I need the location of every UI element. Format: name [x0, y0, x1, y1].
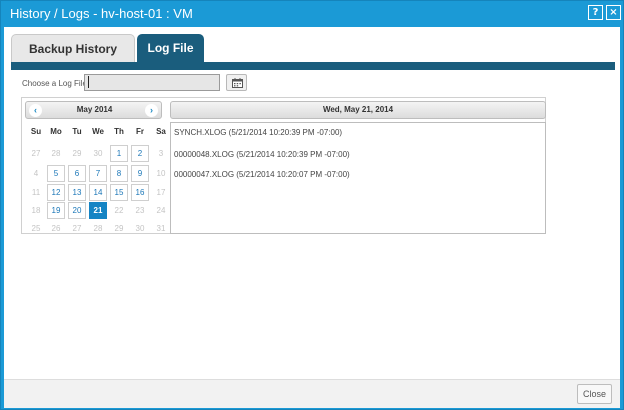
- close-button[interactable]: Close: [577, 384, 612, 404]
- calendar-day: 27: [72, 224, 82, 233]
- calendar-day[interactable]: 20: [68, 202, 86, 219]
- dialog-content: Backup History Log File Choose a Log Fil…: [4, 27, 620, 379]
- calendar-day: 25: [31, 224, 41, 233]
- weekday-label: Su: [30, 127, 42, 136]
- weekday-label: We: [92, 127, 104, 136]
- calendar-day[interactable]: 16: [131, 184, 149, 201]
- weekday-label: Th: [114, 127, 124, 136]
- help-button[interactable]: ?: [588, 5, 603, 20]
- calendar-day[interactable]: 12: [47, 184, 65, 201]
- calendar-day: 22: [114, 206, 124, 215]
- calendar-day: 27: [31, 149, 41, 158]
- calendar-day[interactable]: 8: [110, 165, 128, 182]
- calendar-icon: [232, 78, 243, 88]
- weekday-label: Mo: [50, 127, 62, 136]
- calendar-day: 28: [51, 149, 61, 158]
- dialog-footer: Close: [4, 379, 620, 408]
- calendar-day: 17: [156, 188, 166, 197]
- calendar-day: 23: [135, 206, 145, 215]
- calendar-day[interactable]: 9: [131, 165, 149, 182]
- calendar-day[interactable]: 13: [68, 184, 86, 201]
- calendar-day[interactable]: 5: [47, 165, 65, 182]
- calendar-day: 29: [72, 149, 82, 158]
- calendar-day: 31: [156, 224, 166, 233]
- calendar-day: 11: [31, 188, 41, 197]
- calendar-day: 26: [51, 224, 61, 233]
- calendar-day: 29: [114, 224, 124, 233]
- text-cursor: [88, 76, 89, 88]
- calendar-day: 4: [33, 169, 39, 178]
- selected-date-header: Wed, May 21, 2014: [170, 101, 546, 119]
- calendar-header: ‹ May 2014 ›: [25, 101, 162, 119]
- log-file-input[interactable]: [84, 74, 220, 91]
- window-title: History / Logs - hv-host-01 : VM: [10, 6, 193, 21]
- weekday-label: Tu: [72, 127, 82, 136]
- close-icon[interactable]: ×: [606, 5, 621, 20]
- calendar-day: 3: [158, 149, 164, 158]
- history-logs-dialog: History / Logs - hv-host-01 : VM ? × Bac…: [0, 0, 624, 410]
- tab-underline: [11, 62, 615, 70]
- calendar-day: 30: [135, 224, 145, 233]
- calendar-day[interactable]: 14: [89, 184, 107, 201]
- calendar-day[interactable]: 6: [68, 165, 86, 182]
- calendar-day[interactable]: 15: [110, 184, 128, 201]
- calendar-day[interactable]: 19: [47, 202, 65, 219]
- prev-month-button[interactable]: ‹: [29, 104, 42, 117]
- calendar-day: 10: [156, 169, 166, 178]
- log-file-item[interactable]: SYNCH.XLOG (5/21/2014 10:20:39 PM -07:00…: [174, 128, 342, 137]
- calendar-day[interactable]: 2: [131, 145, 149, 162]
- tab-backup-history[interactable]: Backup History: [11, 34, 135, 62]
- calendar-button[interactable]: [226, 74, 247, 91]
- weekday-label: Fr: [136, 127, 144, 136]
- calendar-day[interactable]: 7: [89, 165, 107, 182]
- title-bar[interactable]: History / Logs - hv-host-01 : VM ? ×: [1, 1, 623, 27]
- log-file-item[interactable]: 00000048.XLOG (5/21/2014 10:20:39 PM -07…: [174, 150, 350, 159]
- log-file-list: SYNCH.XLOG (5/21/2014 10:20:39 PM -07:00…: [170, 122, 546, 234]
- log-file-item[interactable]: 00000047.XLOG (5/21/2014 10:20:07 PM -07…: [174, 170, 350, 179]
- month-title: May 2014: [76, 105, 113, 114]
- tab-log-file[interactable]: Log File: [137, 34, 204, 62]
- weekday-label: Sa: [156, 127, 166, 136]
- calendar-day[interactable]: 1: [110, 145, 128, 162]
- calendar-day-selected[interactable]: 21: [89, 202, 107, 219]
- choose-log-file-label: Choose a Log File: [22, 79, 87, 88]
- log-browser-panel: ‹ May 2014 › Su Mo Tu We Th Fr Sa 27 28 29 30 1 2 3 4…: [21, 97, 546, 234]
- next-month-button[interactable]: ›: [145, 104, 158, 117]
- calendar-day: 24: [156, 206, 166, 215]
- calendar-day: 18: [31, 206, 41, 215]
- calendar-day: 28: [93, 224, 103, 233]
- calendar-day: 30: [93, 149, 103, 158]
